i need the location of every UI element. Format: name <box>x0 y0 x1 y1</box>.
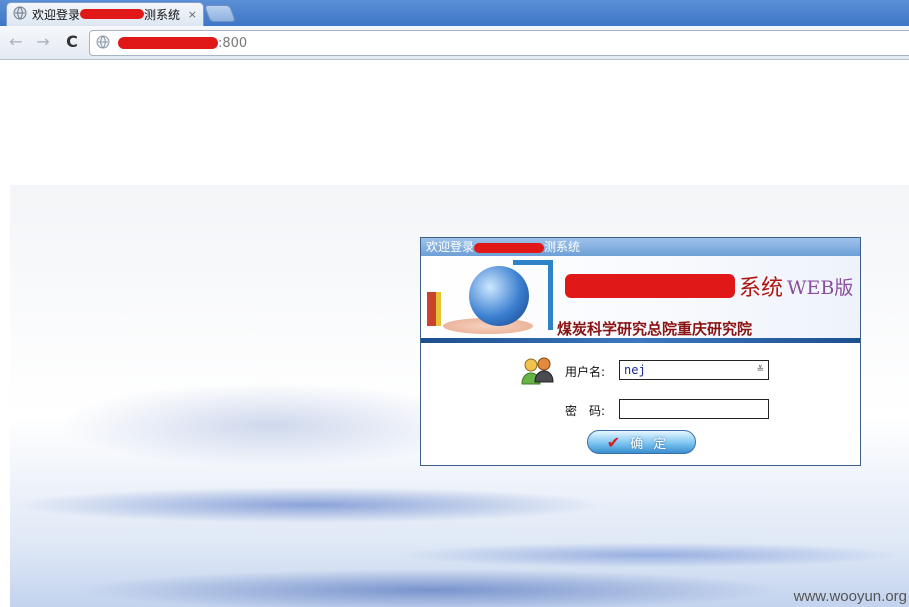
system-title-web: WEB版 <box>787 276 854 299</box>
login-window: 欢迎登录 测系统 系统 WEB版 煤炭科学研究总院重庆研究院 用户名: nej … <box>420 237 861 466</box>
screen: 欢迎登录 测系统 × ← → C :800 www.wooyun.org 欢迎登录… <box>0 0 909 607</box>
login-title-text: 欢迎登录 <box>426 240 475 254</box>
submit-button-label: 确定 <box>630 436 677 452</box>
globe-icon <box>13 5 27 24</box>
url-text: :800 <box>218 35 248 51</box>
globe-image <box>469 266 529 326</box>
username-label: 用户名: <box>565 365 606 379</box>
new-tab-button[interactable] <box>203 5 237 22</box>
login-window-title: 欢迎登录 测系统 <box>421 238 860 256</box>
browser-toolbar: ← → C :800 <box>0 26 909 60</box>
decorative-frame <box>427 292 441 326</box>
login-title-tail: 测系统 <box>544 240 581 254</box>
redaction-mark <box>118 37 218 49</box>
watermark: www.wooyun.org <box>793 588 907 605</box>
address-bar[interactable]: :800 <box>89 30 909 56</box>
check-icon: ✔ <box>606 432 621 452</box>
users-icon <box>521 357 555 385</box>
browser-tab[interactable]: 欢迎登录 测系统 × <box>6 2 204 26</box>
tab-title: 欢迎登录 测系统 <box>32 6 183 23</box>
forward-arrow-icon[interactable]: → <box>33 32 53 52</box>
tab-title-tail: 测系统 <box>144 8 181 22</box>
redaction-mark <box>80 9 145 19</box>
system-title: 系统 WEB版 <box>565 270 853 302</box>
organization-name: 煤炭科学研究总院重庆研究院 <box>557 320 753 338</box>
submit-button[interactable]: ✔ 确定 <box>587 430 696 454</box>
username-combobox[interactable]: nej ≚ <box>619 360 769 380</box>
tab-strip: 欢迎登录 测系统 × <box>0 0 909 26</box>
redaction-mark <box>565 274 735 298</box>
username-value: nej <box>624 363 646 377</box>
login-form: 用户名: nej ≚ 密 码: ✔ 确定 <box>421 343 860 465</box>
redaction-mark <box>474 242 545 253</box>
system-title-suffix: 系统 <box>739 276 784 301</box>
tab-title-text: 欢迎登录 <box>32 8 81 22</box>
chevron-down-icon[interactable]: ≚ <box>756 365 764 375</box>
password-label: 密 码: <box>565 404 606 418</box>
login-banner: 系统 WEB版 煤炭科学研究总院重庆研究院 <box>421 256 860 343</box>
password-field[interactable] <box>619 399 769 419</box>
close-icon[interactable]: × <box>188 8 197 21</box>
reload-icon[interactable]: C <box>62 32 82 52</box>
page-globe-icon <box>96 34 110 53</box>
back-arrow-icon[interactable]: ← <box>6 32 26 52</box>
